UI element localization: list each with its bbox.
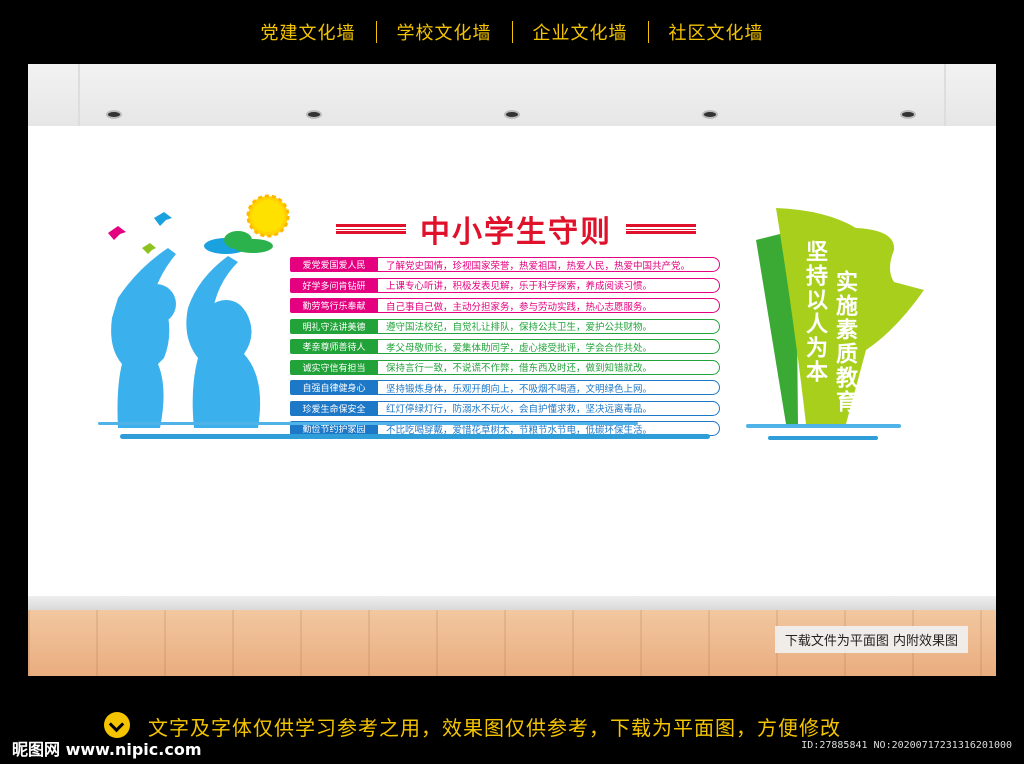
rule-text: 上课专心听讲，积极发表见解，乐于科学探索，养成阅读习惯。	[378, 277, 720, 293]
rule-tag: 自强自律健身心	[290, 380, 378, 395]
site-logo[interactable]: 昵图网 www.nipic.com	[12, 736, 202, 760]
rule-text: 遵守国法校纪，自觉礼让排队，保持公共卫生，爱护公共财物。	[378, 318, 720, 334]
rule-text: 了解党史国情，珍视国家荣誉，热爱祖国，热爱人民，热爱中国共产党。	[378, 257, 720, 272]
rule-row: 珍爱生命保安全 红灯停绿灯行，防溺水不玩火，会自护懂求救，坚决远离毒品。	[290, 400, 720, 417]
page-title: 中小学生守则	[420, 215, 612, 250]
birds-icon	[108, 212, 172, 254]
rule-text: 保持言行一致，不说谎不作弊，借东西及时还，做到知错就改。	[378, 359, 720, 375]
rule-tag: 爱党爱国爱人民	[290, 257, 378, 272]
rule-tag: 好学多问肯钻研	[290, 277, 378, 293]
rules-list: 爱党爱国爱人民 了解党史国情，珍视国家荣誉，热爱祖国，热爱人民，热爱中国共产党。好…	[290, 256, 720, 441]
title-decor-left	[336, 224, 406, 234]
category-community-wall[interactable]: 社区文化墙	[649, 19, 784, 45]
rule-tag: 诚实守信有担当	[290, 359, 378, 375]
rule-row: 爱党爱国爱人民 了解党史国情，珍视国家荣誉，热爱祖国，热爱人民，热爱中国共产党。	[290, 256, 720, 273]
image-id-label: ID:27885841 NO:20200717231316201000	[801, 740, 1012, 751]
ceiling-light-icon	[900, 110, 916, 119]
rule-row: 勤劳笃行乐奉献 自己事自己做，主动分担家务，参与劳动实践，热心志愿服务。	[290, 297, 720, 314]
students-silhouette-art	[108, 194, 290, 428]
rule-row: 孝亲尊师善待人 孝父母敬师长，爱集体助同学，虚心接受批评，学会合作共处。	[290, 338, 720, 355]
base-line	[120, 434, 710, 439]
rule-row: 好学多问肯钻研 上课专心听讲，积极发表见解，乐于科学探索，养成阅读习惯。	[290, 277, 720, 294]
ceiling-light-icon	[306, 110, 322, 119]
rule-row: 明礼守法讲美德 遵守国法校纪，自觉礼让排队，保持公共卫生，爱护公共财物。	[290, 318, 720, 335]
skirting-board	[28, 596, 996, 610]
base-line	[768, 436, 878, 440]
ceiling	[28, 64, 996, 126]
rule-text: 红灯停绿灯行，防溺水不玩火，会自护懂求救，坚决远离毒品。	[378, 400, 720, 416]
category-party-wall[interactable]: 党建文化墙	[241, 19, 376, 45]
rule-tag: 珍爱生命保安全	[290, 400, 378, 416]
notice-text: 文字及字体仅供学习参考之用，效果图仅供参考，下载为平面图，方便修改	[148, 716, 841, 740]
chevron-down-icon	[104, 712, 130, 738]
top-category-bar: 党建文化墙 学校文化墙 企业文化墙 社区文化墙	[0, 0, 1024, 64]
rule-text: 坚持锻炼身体，乐观开朗向上，不吸烟不喝酒，文明绿色上网。	[378, 380, 720, 395]
student-silhouette-icon	[111, 248, 261, 428]
category-school-wall[interactable]: 学校文化墙	[377, 19, 512, 45]
room-scene: 下载文件为平面图 内附效果图 中小学生守则 爱党爱国爱人民 了解党史国情，珍视国…	[28, 64, 996, 676]
board-title: 中小学生守则	[306, 204, 726, 254]
slogan-line-2: 实施素质教育	[832, 270, 857, 414]
category-enterprise-wall[interactable]: 企业文化墙	[513, 19, 648, 45]
title-decor-right	[626, 224, 696, 234]
rule-tag: 孝亲尊师善待人	[290, 339, 378, 354]
ceiling-light-icon	[106, 110, 122, 119]
rule-text: 自己事自己做，主动分担家务，参与劳动实践，热心志愿服务。	[378, 298, 720, 313]
rule-row: 诚实守信有担当 保持言行一致，不说谎不作弊，借东西及时还，做到知错就改。	[290, 359, 720, 376]
ceiling-light-icon	[504, 110, 520, 119]
base-line	[98, 422, 638, 425]
rule-row: 自强自律健身心 坚持锻炼身体，乐观开朗向上，不吸烟不喝酒，文明绿色上网。	[290, 379, 720, 396]
rule-tag: 勤劳笃行乐奉献	[290, 298, 378, 313]
ceiling-light-icon	[702, 110, 718, 119]
rule-text: 孝父母敬师长，爱集体助同学，虚心接受批评，学会合作共处。	[378, 339, 720, 354]
rule-tag: 明礼守法讲美德	[290, 318, 378, 334]
slogan-line-1: 坚持以人为本	[802, 240, 827, 384]
sun-icon	[246, 194, 290, 238]
floor-note-label: 下载文件为平面图 内附效果图	[774, 626, 968, 653]
